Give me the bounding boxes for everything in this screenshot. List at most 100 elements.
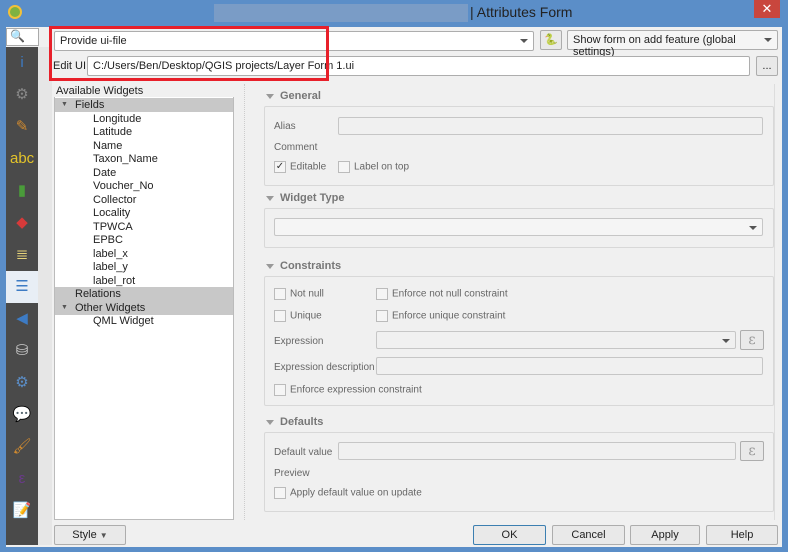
widget-type-header[interactable]: Widget Type	[266, 192, 344, 204]
preview-label: Preview	[274, 468, 310, 479]
collapse-icon	[266, 419, 274, 425]
enforce-unique-checkbox[interactable]: Enforce unique constraint	[376, 310, 505, 322]
form-suppress-select[interactable]: Show form on add feature (global setting…	[567, 30, 778, 58]
diagrams-icon[interactable]: ▮	[10, 179, 34, 203]
widget-type-select[interactable]	[274, 218, 763, 236]
collapse-icon	[266, 93, 274, 99]
editable-checkbox[interactable]: ✓ Editable	[274, 161, 326, 173]
properties-scrollbar[interactable]	[774, 84, 782, 520]
chevron-down-icon	[722, 339, 730, 343]
ok-button[interactable]: OK	[473, 525, 546, 545]
defaults-title: Defaults	[280, 416, 324, 428]
default-value-input[interactable]	[338, 442, 736, 460]
expand-arrow-icon[interactable]: ▼	[61, 98, 68, 112]
available-widgets-tree[interactable]: ▼ Fields Longitude Latitude Name Taxon_Name Da…	[54, 97, 234, 520]
checkbox-box	[338, 161, 350, 173]
tree-item-field[interactable]: Longitude	[55, 112, 233, 126]
comment-label: Comment	[274, 142, 318, 153]
splitter-handle[interactable]	[244, 84, 252, 520]
unique-label: Unique	[290, 310, 322, 322]
style-label: Style	[72, 529, 97, 541]
tree-item-field[interactable]: Name	[55, 139, 233, 153]
tree-header: Available Widgets	[56, 85, 144, 97]
general-header[interactable]: General	[266, 90, 321, 102]
tree-item-label: Latitude	[93, 126, 133, 138]
checkbox-box	[274, 288, 286, 300]
tree-item-field[interactable]: EPBC	[55, 233, 233, 247]
expression-description-label: Expression description	[274, 362, 375, 373]
chevron-down-icon	[749, 226, 757, 230]
constraints-header[interactable]: Constraints	[266, 260, 341, 272]
joins-icon[interactable]: ◀	[10, 307, 34, 331]
metadata-icon[interactable]: 📝	[10, 499, 34, 523]
attributes-form-icon[interactable]: ☰	[6, 271, 38, 303]
display-icon[interactable]: 💬	[10, 403, 34, 427]
labels-icon[interactable]: abc	[10, 147, 34, 171]
apply-on-update-label: Apply default value on update	[290, 487, 422, 499]
default-expression-button[interactable]: ε	[740, 441, 764, 461]
expand-arrow-icon[interactable]: ▼	[61, 301, 68, 315]
tree-item-widget[interactable]: QML Widget	[55, 314, 233, 328]
tree-item-field[interactable]: label_rot	[55, 274, 233, 288]
checkbox-box	[376, 288, 388, 300]
tree-item-field[interactable]: Date	[55, 166, 233, 180]
3d-view-icon[interactable]: ◆	[10, 211, 34, 235]
chevron-down-icon: ▼	[99, 531, 108, 540]
label-on-top-checkbox[interactable]: Label on top	[338, 161, 409, 173]
tree-item-field[interactable]: Voucher_No	[55, 179, 233, 193]
tree-item-label: EPBC	[93, 234, 123, 246]
tree-item-field[interactable]: Taxon_Name	[55, 152, 233, 166]
tree-category-fields[interactable]: ▼ Fields	[55, 98, 233, 112]
tree-item-label: label_rot	[93, 274, 136, 287]
tree-item-field[interactable]: Locality	[55, 206, 233, 220]
source-settings-icon[interactable]: ⚙	[10, 83, 34, 107]
search-icon: 🔍	[10, 29, 25, 43]
search-input[interactable]: 🔍	[6, 28, 39, 46]
python-button[interactable]: 🐍	[540, 30, 562, 50]
fields-icon[interactable]: ≣	[10, 243, 34, 267]
checkbox-box	[376, 310, 388, 322]
style-button[interactable]: Style ▼	[54, 525, 126, 545]
tree-category-other-widgets[interactable]: ▼ Other Widgets	[55, 300, 233, 315]
information-icon[interactable]: i	[10, 51, 34, 75]
title-blank	[214, 4, 468, 22]
close-button[interactable]: ✕	[754, 0, 780, 18]
browse-button[interactable]: ...	[756, 56, 778, 76]
tree-item-field[interactable]: Collector	[55, 193, 233, 207]
tree-item-label: QML Widget	[93, 315, 154, 327]
variables-icon[interactable]: ε	[10, 467, 34, 491]
unique-checkbox[interactable]: Unique	[274, 310, 322, 322]
editable-label: Editable	[290, 161, 327, 173]
sidebar-scrollbar[interactable]	[38, 47, 52, 545]
defaults-header[interactable]: Defaults	[266, 416, 323, 428]
not-null-checkbox[interactable]: Not null	[274, 288, 324, 300]
apply-button[interactable]: Apply	[630, 525, 700, 545]
actions-icon[interactable]: ⚙	[10, 371, 34, 395]
tree-category-relations[interactable]: Relations	[55, 287, 233, 301]
expression-label: Expression	[274, 336, 324, 347]
tree-item-field[interactable]: label_x	[55, 247, 233, 261]
enforce-unique-label: Enforce unique constraint	[392, 310, 506, 322]
tree-item-field[interactable]: Latitude	[55, 125, 233, 139]
tree-item-label: label_y	[93, 261, 128, 273]
tree-item-label: label_x	[93, 247, 128, 260]
help-button[interactable]: Help	[706, 525, 778, 545]
symbology-icon[interactable]: ✎	[10, 115, 34, 139]
apply-on-update-checkbox[interactable]: Apply default value on update	[274, 487, 422, 499]
alias-input[interactable]	[338, 117, 763, 135]
field-properties-panel: General Alias Comment ✓ Editable Label on…	[256, 84, 776, 520]
tree-item-field[interactable]: label_y	[55, 260, 233, 274]
cancel-button[interactable]: Cancel	[552, 525, 625, 545]
enforce-not-null-checkbox[interactable]: Enforce not null constraint	[376, 288, 508, 300]
not-null-label: Not null	[290, 288, 324, 300]
collapse-icon	[266, 263, 274, 269]
tree-item-field[interactable]: TPWCA	[55, 220, 233, 234]
auxiliary-storage-icon[interactable]: ⛁	[10, 339, 34, 363]
expression-builder-button[interactable]: ε	[740, 330, 764, 350]
expression-input[interactable]	[376, 331, 736, 349]
default-value-label: Default value	[274, 447, 333, 458]
rendering-icon[interactable]: 🖌	[10, 435, 34, 459]
general-title: General	[280, 90, 321, 102]
expression-description-input[interactable]	[376, 357, 763, 375]
enforce-expression-checkbox[interactable]: Enforce expression constraint	[274, 384, 422, 396]
